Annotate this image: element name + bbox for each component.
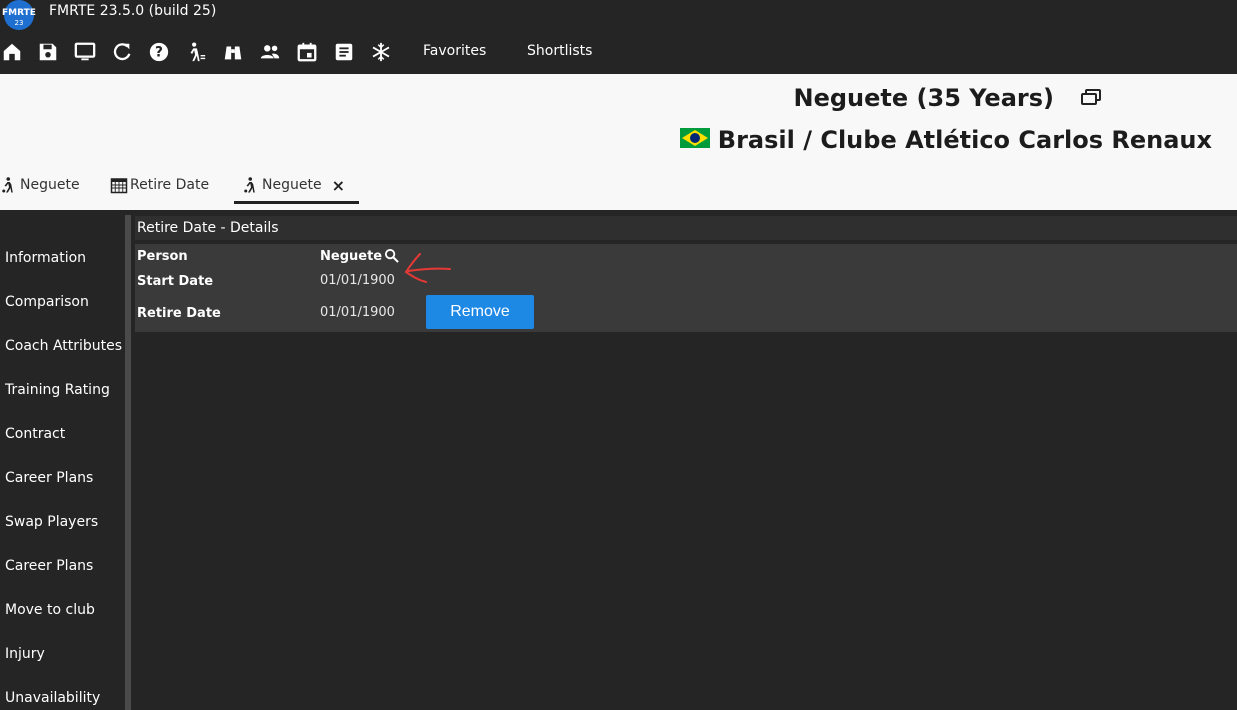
sidebar-item-unavailability[interactable]: Unavailability xyxy=(5,690,100,706)
svg-text:?: ? xyxy=(155,45,163,61)
close-tab-icon[interactable]: × xyxy=(332,176,345,195)
sidebar-item-comparison[interactable]: Comparison xyxy=(5,294,89,310)
panel-title: Retire Date - Details xyxy=(135,216,1237,240)
player-icon xyxy=(244,177,255,193)
tab-retire-date[interactable]: Retire Date xyxy=(110,170,209,200)
sidebar-item-training-rating[interactable]: Training Rating xyxy=(5,382,110,398)
help-icon[interactable]: ? xyxy=(147,40,171,64)
sidebar: Information Comparison Coach Attributes … xyxy=(0,210,125,710)
retire-date-label: Retire Date xyxy=(137,306,221,321)
club-line: Brasil / Clube Atlético Carlos Renaux xyxy=(679,126,1212,154)
remove-button[interactable]: Remove xyxy=(426,295,534,329)
save-icon[interactable] xyxy=(36,40,60,64)
start-date-label: Start Date xyxy=(137,274,214,289)
window-restore-icon[interactable] xyxy=(1080,88,1102,108)
start-date-value[interactable]: 01/01/1900 xyxy=(320,273,395,288)
brazil-flag-icon xyxy=(679,128,710,148)
search-icon[interactable] xyxy=(384,248,399,263)
player-icon xyxy=(2,177,13,193)
details-panel: Person Neguete Start Date 01/01/1900 Ret… xyxy=(135,244,1237,332)
club-name: Brasil / Clube Atlético Carlos Renaux xyxy=(717,126,1212,154)
window-title: FMRTE 23.5.0 (build 25) xyxy=(49,3,217,19)
toolbar: ? Favorites Shortlists xyxy=(0,30,1237,74)
fmrte-logo: FMRTE 23 xyxy=(2,0,36,30)
monitor-icon[interactable] xyxy=(73,40,97,64)
people-icon[interactable] xyxy=(258,40,282,64)
binoculars-icon[interactable] xyxy=(221,40,245,64)
person-walk-icon[interactable] xyxy=(184,40,208,64)
tab-bar: Neguete Retire Date Neguete × xyxy=(0,170,1237,204)
calendar-icon[interactable] xyxy=(295,40,319,64)
title-bar: FMRTE 23 FMRTE 23.5.0 (build 25) xyxy=(0,0,1237,30)
sidebar-item-career-plans[interactable]: Career Plans xyxy=(5,470,93,486)
refresh-icon[interactable] xyxy=(110,40,134,64)
calendar-grid-icon xyxy=(110,178,128,194)
person-value: Neguete xyxy=(320,249,383,264)
sidebar-item-coach-attributes[interactable]: Coach Attributes xyxy=(5,338,122,354)
document-icon[interactable] xyxy=(332,40,356,64)
home-icon[interactable] xyxy=(0,40,24,64)
sidebar-item-move-to-club[interactable]: Move to club xyxy=(5,602,95,618)
main-content: Retire Date - Details Person Neguete Sta… xyxy=(131,210,1237,710)
player-header: Neguete (35 Years) Brasil / Clube Atléti… xyxy=(0,74,1237,210)
tab-player-active[interactable]: Neguete × xyxy=(234,170,359,204)
annotation-arrow xyxy=(404,253,451,283)
sidebar-item-injury[interactable]: Injury xyxy=(5,646,45,662)
person-label: Person xyxy=(137,249,188,264)
shortlists-menu[interactable]: Shortlists xyxy=(527,43,592,59)
svg-text:23: 23 xyxy=(15,19,24,27)
player-title: Neguete (35 Years) xyxy=(793,84,1054,112)
sidebar-item-contract[interactable]: Contract xyxy=(5,426,65,442)
sidebar-item-career-plans-2[interactable]: Career Plans xyxy=(5,558,93,574)
sidebar-item-swap-players[interactable]: Swap Players xyxy=(5,514,98,530)
svg-text:FMRTE: FMRTE xyxy=(2,8,36,18)
snowflake-icon[interactable] xyxy=(369,40,393,64)
favorites-menu[interactable]: Favorites xyxy=(423,43,486,59)
sidebar-item-information[interactable]: Information xyxy=(5,250,86,266)
tab-player-profile[interactable]: Neguete xyxy=(0,170,80,200)
retire-date-value[interactable]: 01/01/1900 xyxy=(320,305,395,320)
